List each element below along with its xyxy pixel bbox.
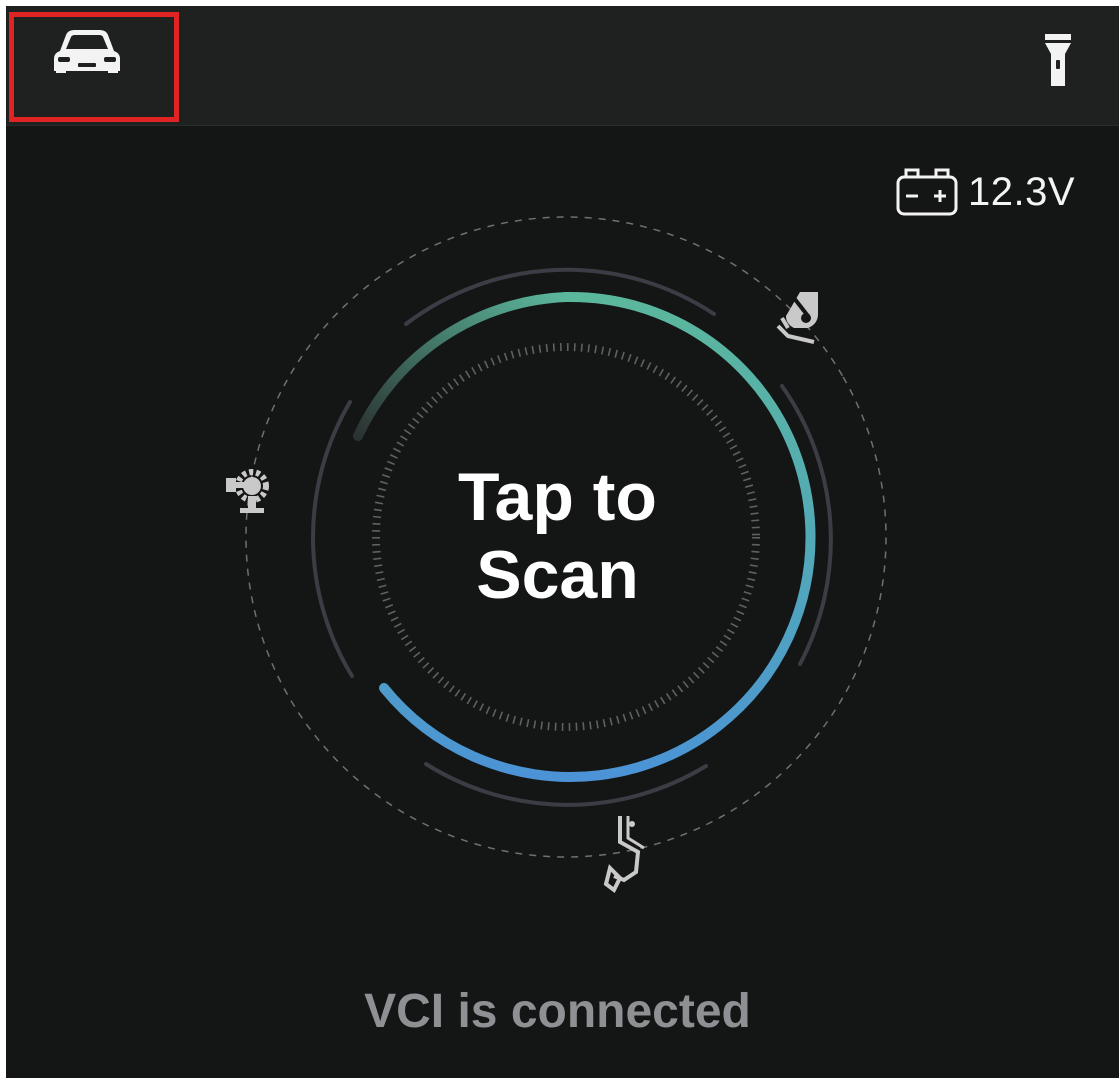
hand-wrench-icon[interactable] [774, 288, 834, 348]
wrench-gear-icon[interactable] [220, 458, 280, 518]
scan-label-line2: Scan [476, 537, 639, 613]
scan-label-line1: Tap to [458, 459, 657, 535]
tap-to-scan-label: Tap to Scan [6, 458, 1114, 614]
mid-arc-bottom [424, 762, 708, 807]
connection-status: VCI is connected [364, 985, 751, 1038]
exhaust-pipe-icon[interactable] [602, 812, 648, 898]
app-screen: 12.3V Tap to Scan VCI is connected [6, 6, 1119, 1078]
